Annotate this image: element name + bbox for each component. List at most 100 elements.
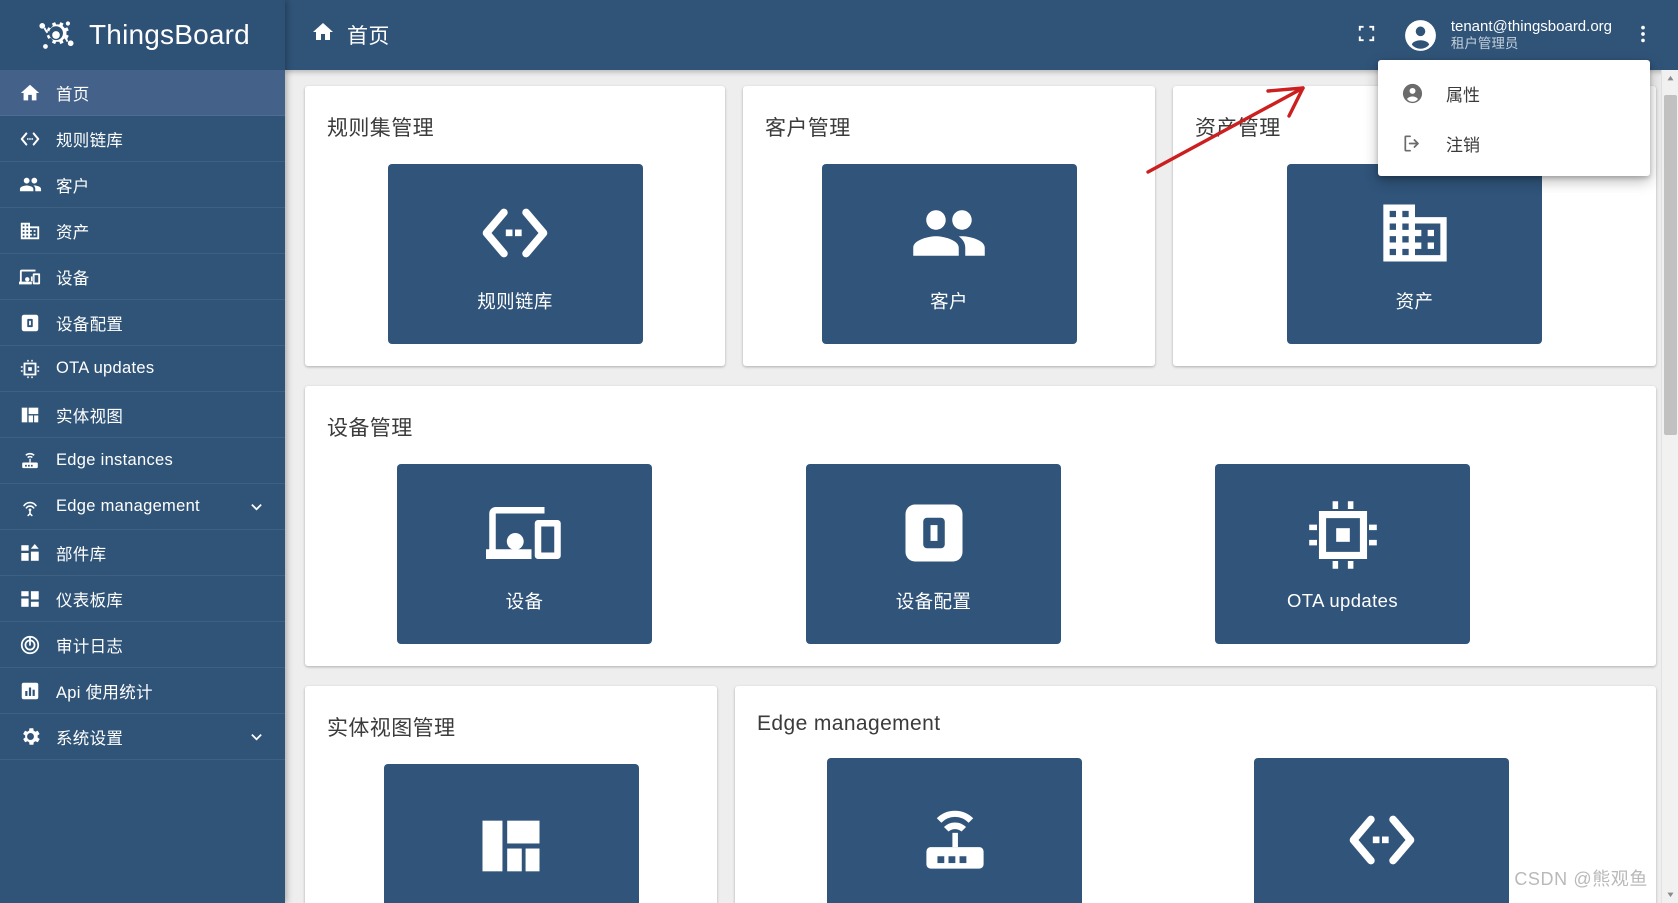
widget-library-icon [17, 541, 43, 565]
sidebar-item-label: 首页 [56, 81, 90, 105]
sidebar-item-label: 部件库 [56, 541, 106, 565]
fullscreen-icon [1355, 22, 1378, 48]
edge-router-icon [17, 449, 43, 473]
logout-icon [1400, 131, 1424, 155]
sidebar-item-edge-management[interactable]: Edge management [0, 484, 285, 530]
home-content: 规则集管理 规则链库 [285, 70, 1678, 903]
card-device-management: 设备管理 设备 设备配置 [305, 386, 1656, 666]
sidebar-item-widget-library[interactable]: 部件库 [0, 530, 285, 576]
tiles [327, 764, 695, 903]
sidebar-item-label: 规则链库 [56, 127, 123, 151]
sidebar-item-label: OTA updates [56, 359, 154, 378]
edge-router-icon [916, 801, 994, 879]
devices-icon [486, 494, 564, 572]
account-circle-icon [1400, 81, 1424, 105]
tile-edge-rule-chains[interactable] [1254, 758, 1509, 903]
card-title: 实体视图管理 [327, 712, 695, 742]
user-email: tenant@thingsboard.org [1451, 18, 1612, 36]
sidebar: ThingsBoard 首页 规则链库 [0, 0, 285, 903]
customers-people-icon [910, 194, 988, 272]
sidebar-item-label: Edge instances [56, 451, 173, 470]
api-usage-icon [17, 679, 43, 703]
scroll-down-arrow-icon[interactable] [1662, 886, 1678, 903]
sidebar-item-label: 设备配置 [56, 311, 123, 335]
tile-label: 客户 [930, 288, 968, 314]
watermark: CSDN @熊观鱼 [1514, 865, 1648, 891]
assets-building-icon [17, 219, 43, 243]
content-row-3: 实体视图管理 Edge management [305, 686, 1656, 903]
tile-ota-updates[interactable]: OTA updates [1215, 464, 1470, 644]
tile-label: 设备配置 [896, 588, 972, 614]
sidebar-item-device-profiles[interactable]: 设备配置 [0, 300, 285, 346]
vertical-scrollbar[interactable] [1661, 70, 1678, 903]
device-profile-icon [17, 311, 43, 335]
brand-name: ThingsBoard [89, 19, 250, 51]
tile-rule-chains[interactable]: 规则链库 [388, 164, 643, 344]
chevron-down-icon[interactable] [246, 726, 267, 747]
sidebar-item-rule-chains[interactable]: 规则链库 [0, 116, 285, 162]
user-dropdown-menu: 属性 注销 [1378, 60, 1650, 176]
tile-label: OTA updates [1287, 590, 1398, 612]
menu-item-logout[interactable]: 注销 [1378, 118, 1650, 168]
edge-management-icon [17, 495, 43, 519]
menu-item-label: 注销 [1446, 131, 1480, 156]
tile-assets[interactable]: 资产 [1287, 164, 1542, 344]
sidebar-item-label: 客户 [56, 173, 90, 197]
sidebar-item-label: 设备 [56, 265, 90, 289]
brand-header[interactable]: ThingsBoard [0, 0, 285, 70]
sidebar-item-dashboard-library[interactable]: 仪表板库 [0, 576, 285, 622]
tile-device-profiles[interactable]: 设备配置 [806, 464, 1061, 644]
user-profile-button[interactable]: tenant@thingsboard.org 租户管理员 [1392, 17, 1618, 54]
card-title: Edge management [757, 712, 1634, 736]
entity-view-icon [472, 807, 550, 885]
rule-chain-icon [17, 127, 43, 151]
sidebar-item-audit-logs[interactable]: 审计日志 [0, 622, 285, 668]
thingsboard-gear-logo-icon [34, 13, 78, 57]
topbar-actions: tenant@thingsboard.org 租户管理员 [1346, 14, 1664, 56]
card-title: 客户管理 [765, 112, 1133, 142]
sidebar-item-label: 系统设置 [56, 725, 123, 749]
settings-gear-icon [17, 725, 43, 749]
tiles: 资产 [1195, 164, 1634, 344]
fullscreen-button[interactable] [1346, 14, 1388, 56]
page-title: 首页 [311, 20, 390, 50]
audit-log-icon [17, 633, 43, 657]
sidebar-item-system-settings[interactable]: 系统设置 [0, 714, 285, 760]
tiles: 规则链库 [327, 164, 703, 344]
scroll-up-arrow-icon[interactable] [1662, 70, 1678, 87]
sidebar-item-label: Api 使用统计 [56, 679, 153, 703]
user-role: 租户管理员 [1451, 36, 1612, 52]
sidebar-item-label: 仪表板库 [56, 587, 123, 611]
sidebar-item-api-usage[interactable]: Api 使用统计 [0, 668, 285, 714]
content-row-2: 设备管理 设备 设备配置 [305, 386, 1656, 666]
tile-edge-instances[interactable] [827, 758, 1082, 903]
tile-devices[interactable]: 设备 [397, 464, 652, 644]
main-area: 首页 tenant@thingsboard.org 租户管理员 [285, 0, 1678, 903]
home-icon [311, 20, 335, 50]
sidebar-item-customers[interactable]: 客户 [0, 162, 285, 208]
tile-entity-views[interactable] [384, 764, 639, 903]
scrollbar-thumb[interactable] [1664, 95, 1677, 435]
account-circle-icon [1402, 17, 1439, 54]
card-rule-set-management: 规则集管理 规则链库 [305, 86, 725, 366]
sidebar-item-assets[interactable]: 资产 [0, 208, 285, 254]
sidebar-item-home[interactable]: 首页 [0, 70, 285, 116]
tile-label: 资产 [1396, 288, 1434, 314]
sidebar-item-entity-views[interactable]: 实体视图 [0, 392, 285, 438]
devices-icon [17, 265, 43, 289]
menu-item-profile[interactable]: 属性 [1378, 68, 1650, 118]
sidebar-item-label: 实体视图 [56, 403, 123, 427]
chevron-down-icon[interactable] [246, 496, 267, 517]
tile-customers[interactable]: 客户 [822, 164, 1077, 344]
card-entity-view-management: 实体视图管理 [305, 686, 717, 903]
ota-chip-icon [1304, 496, 1382, 574]
sidebar-item-label: Edge management [56, 497, 200, 516]
more-options-button[interactable] [1622, 14, 1664, 56]
sidebar-item-devices[interactable]: 设备 [0, 254, 285, 300]
sidebar-item-edge-instances[interactable]: Edge instances [0, 438, 285, 484]
sidebar-nav: 首页 规则链库 客户 [0, 70, 285, 903]
sidebar-item-ota-updates[interactable]: OTA updates [0, 346, 285, 392]
tile-label: 规则链库 [477, 288, 553, 314]
menu-item-label: 属性 [1446, 81, 1480, 106]
assets-building-icon [1376, 194, 1454, 272]
